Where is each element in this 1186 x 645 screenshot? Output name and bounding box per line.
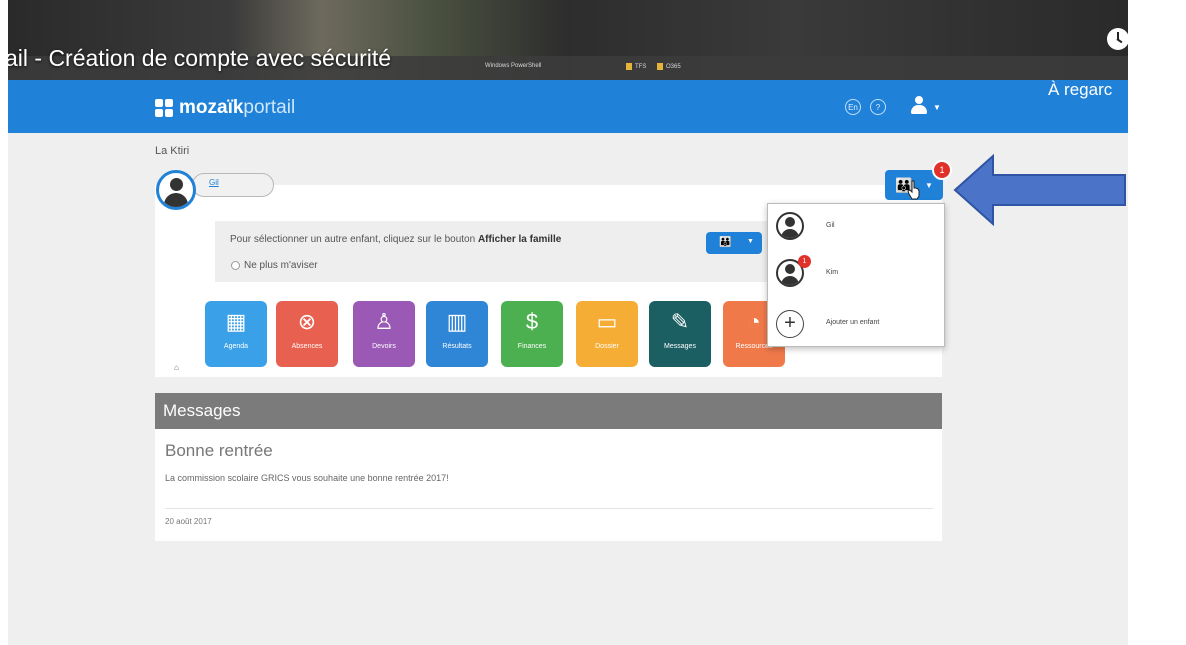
tile-label: Messages — [664, 343, 696, 350]
hint-text-bold: Afficher la famille — [477, 234, 562, 245]
family-dropdown: Gil 1 Kim + Ajouter un enfant — [767, 203, 945, 347]
message-date: 20 août 2017 — [165, 517, 212, 526]
bookmark-tfs: TFS — [626, 63, 646, 70]
messages-title: Messages — [163, 401, 241, 420]
pin-icon[interactable]: ⌂ — [174, 363, 179, 372]
dropdown-child-kim[interactable]: 1 Kim — [768, 251, 944, 296]
chevron-down-icon: ▼ — [747, 238, 754, 245]
tile-label: Dossier — [595, 343, 619, 350]
parent-name: La Ktiri — [155, 145, 190, 157]
clock-icon[interactable] — [1107, 28, 1128, 50]
hint-text-before: Pour sélectionner un autre enfant, cliqu… — [230, 234, 478, 245]
dropdown-child-name: Gil — [826, 222, 835, 229]
message-title[interactable]: Bonne rentrée — [165, 441, 273, 461]
bookmark-powershell: Windows PowerShell — [485, 63, 542, 69]
absence-icon: ⊗ — [297, 309, 317, 334]
selected-child-pill[interactable] — [192, 173, 274, 197]
add-child-label: Ajouter un enfant — [826, 319, 880, 326]
logo-light-text: portail — [243, 97, 296, 118]
tile-label: Finances — [517, 343, 547, 350]
chevron-down-icon: ▼ — [925, 181, 933, 190]
bookmark-o365-label: O365 — [666, 64, 681, 71]
pointer-arrow-icon — [953, 153, 1126, 227]
messages-icon: ✎ — [670, 309, 690, 334]
checkbox-icon[interactable] — [231, 260, 240, 270]
tile-resultats[interactable]: ▥ Résultats — [426, 301, 488, 367]
notification-badge: 1 — [932, 160, 952, 180]
homework-icon: ♙ — [374, 309, 394, 334]
tile-label: Résultats — [442, 343, 472, 350]
add-child-item[interactable]: + Ajouter un enfant — [768, 301, 944, 346]
bookmark-tfs-label: TFS — [635, 64, 647, 71]
results-chart-icon: ▥ — [446, 309, 468, 334]
messages-header — [155, 393, 942, 429]
hint-family-button[interactable]: 👪 ▼ — [706, 232, 762, 254]
user-menu-button[interactable]: ▼ — [905, 96, 951, 118]
notification-badge: 1 — [798, 255, 811, 268]
tile-finances[interactable]: $ Finances — [501, 301, 563, 367]
tile-messages[interactable]: ✎ Messages — [649, 301, 711, 367]
folder-icon — [626, 63, 632, 70]
folder-icon: ▭ — [596, 309, 618, 334]
tile-absences[interactable]: ⊗ Absences — [276, 301, 338, 367]
tile-label: Absences — [291, 343, 323, 350]
dropdown-child-gil[interactable]: Gil — [768, 204, 944, 249]
person-icon — [776, 212, 804, 240]
chevron-down-icon: ▼ — [933, 103, 941, 112]
tile-label: Agenda — [223, 343, 249, 350]
tile-agenda[interactable]: ▦ Agenda — [205, 301, 267, 367]
hint-text: Pour sélectionner un autre enfant, cliqu… — [230, 234, 561, 245]
tile-dossier[interactable]: ▭ Dossier — [576, 301, 638, 367]
hint-box — [215, 221, 785, 282]
dropdown-child-name: Kim — [826, 269, 839, 276]
message-text: La commission scolaire GRICS vous souhai… — [165, 473, 449, 483]
family-icon: 👪 — [719, 237, 732, 248]
tile-devoirs[interactable]: ♙ Devoirs — [353, 301, 415, 367]
no-remind-label: Ne plus m'aviser — [244, 260, 318, 271]
tile-label: Devoirs — [372, 343, 396, 350]
mozaik-logo-icon — [155, 99, 173, 117]
help-icon[interactable]: ? — [870, 99, 886, 115]
finances-icon: $ — [525, 309, 539, 334]
messages-panel — [155, 429, 942, 541]
watch-later-label[interactable]: À regarc — [1048, 80, 1112, 100]
mozaik-logo[interactable]: mozaïk portail — [155, 97, 295, 119]
video-title[interactable]: ail - Création de compte avec sécurité — [8, 45, 391, 72]
selected-child-name[interactable]: Gil — [209, 178, 219, 187]
video-player[interactable]: Windows PowerShell TFS O365 mozaïk portai… — [8, 0, 1128, 645]
bookmark-o365: O365 — [657, 63, 681, 70]
calendar-icon: ▦ — [225, 309, 247, 334]
logo-bold-text: mozaïk — [179, 97, 244, 118]
child-avatar[interactable] — [156, 170, 196, 210]
plus-circle-icon: + — [776, 310, 804, 338]
no-remind-checkbox[interactable]: Ne plus m'aviser — [231, 260, 318, 271]
language-icon[interactable]: En — [845, 99, 861, 115]
divider — [165, 508, 933, 509]
user-icon — [915, 96, 923, 104]
hand-cursor-icon — [907, 180, 920, 200]
person-icon — [170, 178, 183, 191]
folder-icon — [657, 63, 663, 70]
